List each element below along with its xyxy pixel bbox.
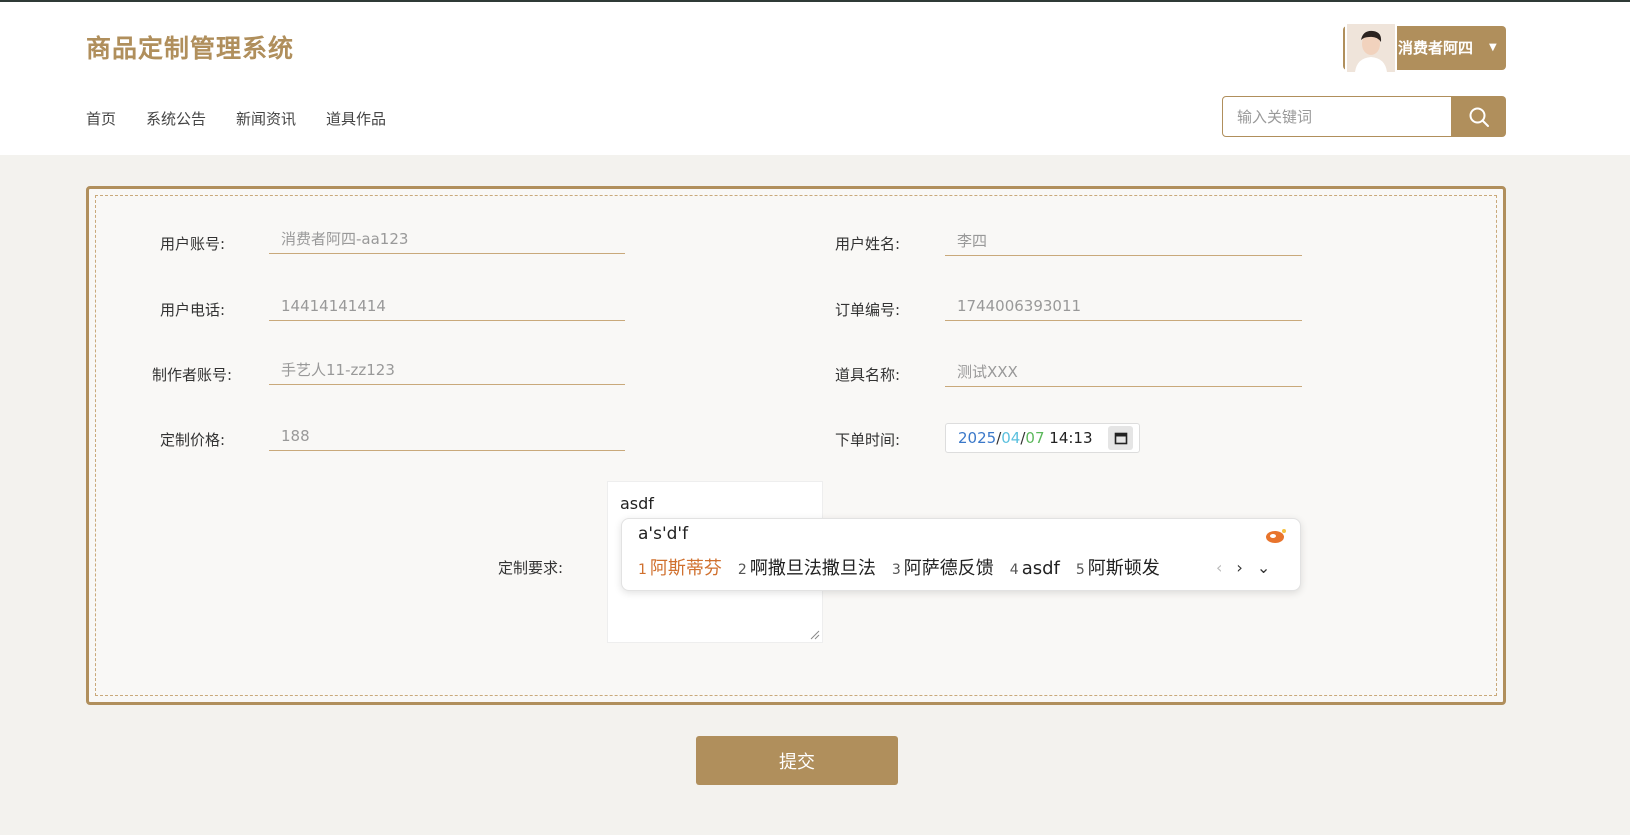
chevron-down-icon[interactable]: ▼ bbox=[1489, 42, 1497, 53]
prop-name-label: 道具名称: bbox=[835, 366, 901, 384]
nav-prop-works[interactable]: 道具作品 bbox=[326, 108, 386, 129]
price-label: 定制价格: bbox=[160, 431, 226, 449]
prop-name-field[interactable]: 测试XXX bbox=[945, 359, 1302, 387]
requirement-label: 定制要求: bbox=[498, 559, 564, 577]
submit-button[interactable]: 提交 bbox=[696, 736, 898, 785]
main-nav: 首页 系统公告 新闻资讯 道具作品 bbox=[86, 108, 386, 129]
nav-news[interactable]: 新闻资讯 bbox=[236, 108, 296, 129]
user-account-field[interactable]: 消费者阿四-aa123 bbox=[269, 226, 625, 254]
maker-account-field[interactable]: 手艺人11-zz123 bbox=[269, 357, 625, 385]
ime-candidate-list: 1 阿斯蒂芬 2 啊撒旦法撒旦法 3 阿萨德反馈 4 asdf 5 阿斯顿发 bbox=[638, 554, 1160, 580]
user-phone-field[interactable]: 14414141414 bbox=[269, 293, 625, 321]
nav-announcements[interactable]: 系统公告 bbox=[146, 108, 206, 129]
avatar[interactable] bbox=[1345, 22, 1397, 74]
requirement-value: asdf bbox=[620, 494, 654, 513]
search-input[interactable] bbox=[1222, 96, 1452, 137]
brand-title: 商品定制管理系统 bbox=[86, 34, 295, 63]
chevron-down-icon[interactable]: ⌄ bbox=[1257, 558, 1270, 577]
ime-candidate-3[interactable]: 3 阿萨德反馈 bbox=[892, 554, 994, 580]
order-no-field[interactable]: 1744006393011 bbox=[945, 293, 1302, 321]
calendar-button[interactable] bbox=[1108, 426, 1133, 450]
ime-pager: ‹ › ⌄ bbox=[1216, 558, 1270, 577]
ime-candidate-5[interactable]: 5 阿斯顿发 bbox=[1076, 554, 1160, 580]
ime-candidate-1[interactable]: 1 阿斯蒂芬 bbox=[638, 554, 722, 580]
order-time-label: 下单时间: bbox=[835, 431, 901, 449]
date-time: 14:13 bbox=[1049, 429, 1093, 447]
ime-composition: a's'd'f bbox=[638, 524, 689, 544]
ime-candidate-2[interactable]: 2 啊撒旦法撒旦法 bbox=[738, 554, 876, 580]
resize-handle-icon[interactable] bbox=[808, 628, 820, 640]
calendar-icon bbox=[1114, 432, 1127, 445]
date-month: 04 bbox=[1001, 429, 1021, 447]
ime-logo-icon[interactable] bbox=[1264, 526, 1288, 546]
chevron-right-icon[interactable]: › bbox=[1236, 558, 1242, 577]
search-icon bbox=[1469, 107, 1489, 127]
user-name-label: 用户姓名: bbox=[835, 235, 901, 253]
search-button[interactable] bbox=[1451, 96, 1506, 137]
user-name[interactable]: 消费者阿四 bbox=[1398, 37, 1473, 58]
nav-home[interactable]: 首页 bbox=[86, 108, 116, 129]
user-name-field[interactable]: 李四 bbox=[945, 228, 1302, 256]
user-phone-label: 用户电话: bbox=[160, 301, 226, 319]
ime-candidate-4[interactable]: 4 asdf bbox=[1010, 558, 1060, 579]
maker-account-label: 制作者账号: bbox=[152, 366, 233, 384]
order-no-label: 订单编号: bbox=[835, 301, 901, 319]
chevron-left-icon[interactable]: ‹ bbox=[1216, 558, 1222, 577]
price-field[interactable]: 188 bbox=[269, 423, 625, 451]
date-year: 2025 bbox=[958, 429, 997, 447]
date-day: 07 bbox=[1025, 429, 1045, 447]
user-account-label: 用户账号: bbox=[160, 235, 226, 253]
